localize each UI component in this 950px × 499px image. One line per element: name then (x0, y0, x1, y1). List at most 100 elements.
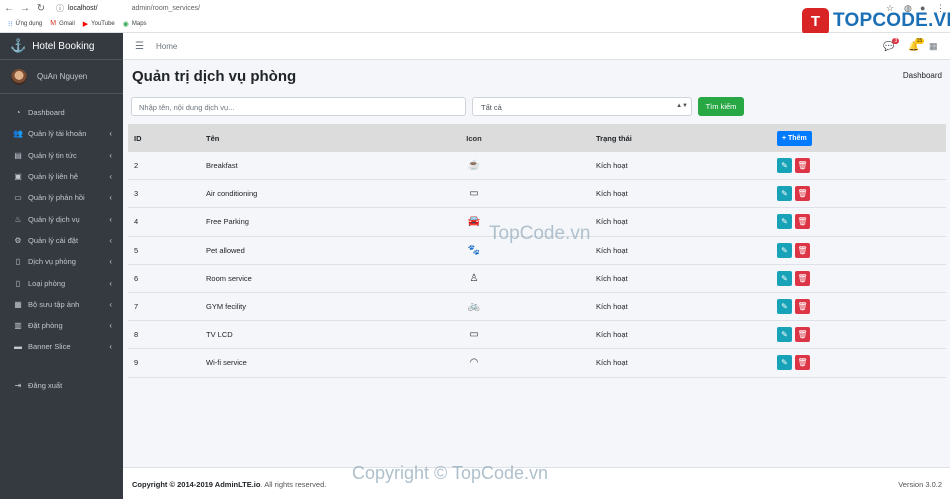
banner-icon: ▬ (14, 342, 22, 352)
tv-icon: ▭ (469, 329, 479, 341)
sidebar-item-room-services[interactable]: ▯ Dịch vụ phòng ‹ (0, 251, 123, 272)
youtube-icon: ▶ (82, 20, 89, 28)
sidebar-item-gallery[interactable]: ▦ Bộ sưu tập ảnh ‹ (0, 294, 123, 315)
services-table: ID Tên Icon Trạng thái + Thêm 2 Breakfas… (128, 124, 946, 378)
chevron-left-icon: ‹ (109, 172, 112, 182)
gallery-icon: ▦ (14, 299, 22, 309)
chevron-left-icon: ‹ (109, 321, 112, 331)
chevron-left-icon: ‹ (109, 129, 112, 139)
col-icon: Icon (466, 133, 482, 143)
chevron-left-icon: ‹ (109, 193, 112, 203)
bookmark-maps[interactable]: ◉ Maps (123, 20, 147, 28)
page-title: Quản trị dịch vụ phòng (132, 68, 297, 85)
forward-icon[interactable]: → (18, 3, 32, 14)
bookmark-apps[interactable]: ⁝⁝ Ứng dụng (8, 20, 42, 28)
user-service-icon: ♙ (469, 272, 479, 284)
back-icon[interactable]: ← (2, 3, 16, 14)
search-button[interactable]: Tìm kiếm (698, 97, 744, 116)
topcode-logo: T TOPCODE.VN (802, 6, 950, 36)
sidebar: ⚓ Hotel Booking QuAn Nguyen ◔ Dashboard 👥… (0, 33, 123, 499)
sidebar-item-bookings[interactable]: ▥ Đặt phòng ‹ (0, 315, 123, 336)
contact-icon: ▣ (14, 172, 22, 182)
chevron-left-icon: ‹ (109, 235, 112, 245)
edit-button[interactable]: ✎ (777, 327, 792, 343)
delete-button[interactable]: 🗑 (795, 299, 810, 315)
messages-icon[interactable]: 💬 3 (883, 38, 900, 52)
topcode-logo-text: TOPCODE.VN (833, 10, 950, 31)
add-button[interactable]: + Thêm (777, 131, 812, 146)
brand-text: Hotel Booking (32, 40, 95, 52)
footer-copyright: Copyright © 2014-2019 AdminLTE.io. All r… (132, 480, 327, 489)
delete-button[interactable]: 🗑 (795, 270, 810, 286)
dashboard-icon: ◔ (15, 108, 21, 118)
sidebar-item-room-types[interactable]: ▯ Loại phòng ‹ (0, 272, 123, 293)
edit-button[interactable]: ✎ (777, 158, 792, 174)
delete-button[interactable]: 🗑 (795, 214, 810, 230)
topcode-logo-mark: T (802, 7, 829, 35)
sidebar-item-contacts[interactable]: ▣ Quản lý liên hệ ‹ (0, 166, 123, 187)
chevron-left-icon: ‹ (109, 150, 112, 160)
edit-button[interactable]: ✎ (777, 242, 792, 258)
delete-button[interactable]: 🗑 (795, 158, 810, 174)
edit-button[interactable]: ✎ (777, 355, 792, 371)
edit-button[interactable]: ✎ (777, 186, 792, 202)
delete-button[interactable]: 🗑 (795, 186, 810, 202)
brand-link[interactable]: ⚓ Hotel Booking (0, 33, 123, 60)
bell-icon[interactable]: 🔔 15 (908, 38, 925, 52)
edit-button[interactable]: ✎ (777, 270, 792, 286)
hamburger-icon[interactable]: ☰ (135, 41, 144, 52)
status-select[interactable]: Tất cả ▲▼ (472, 97, 692, 116)
reload-icon[interactable]: ↻ (34, 3, 48, 14)
chevron-left-icon: ‹ (109, 214, 112, 224)
user-panel[interactable]: QuAn Nguyen (0, 60, 123, 94)
sidebar-item-services[interactable]: ♨ Quản lý dịch vụ ‹ (0, 208, 123, 229)
service-icon: ♨ (14, 214, 22, 224)
user-name: QuAn Nguyen (37, 72, 88, 81)
footer-brand-link[interactable]: AdminLTE.io (215, 480, 261, 489)
logout-icon: ⇥ (14, 380, 22, 390)
address-bar[interactable]: ⓘ localhost/ admin/room_services/ (56, 3, 200, 14)
sidebar-menu: ◔ Dashboard 👥 Quản lý tài khoản ‹ ▤ Quản lý … (0, 94, 123, 396)
coffee-icon: ☕ (467, 160, 481, 172)
news-icon: ▤ (14, 150, 22, 160)
select-caret-icon: ▲▼ (676, 103, 688, 109)
chevron-left-icon: ‹ (109, 299, 112, 309)
sidebar-item-news[interactable]: ▤ Quản lý tin tức ‹ (0, 145, 123, 166)
sidebar-item-accounts[interactable]: 👥 Quản lý tài khoản ‹ (0, 123, 123, 144)
footer-version: Version 3.0.2 (898, 480, 942, 489)
sidebar-item-feedback[interactable]: ▭ Quản lý phản hồi ‹ (0, 187, 123, 208)
room-service-icon: ▯ (15, 257, 21, 267)
table-row: 6 Room service ♙ Kích hoạt ✎ 🗑 (128, 264, 946, 293)
air-conditioner-icon: ▭ (469, 188, 479, 200)
watermark-copyright: Copyright © TopCode.vn (352, 463, 549, 483)
url-path: admin/room_services/ (131, 5, 201, 12)
sidebar-item-dashboard[interactable]: ◔ Dashboard (0, 102, 123, 123)
delete-button[interactable]: 🗑 (795, 242, 810, 258)
sidebar-item-banner[interactable]: ▬ Banner Slice ‹ (0, 336, 123, 357)
edit-button[interactable]: ✎ (777, 214, 792, 230)
delete-button[interactable]: 🗑 (795, 327, 810, 343)
chevron-left-icon: ‹ (109, 342, 112, 352)
wifi-icon: ◠ (469, 357, 479, 369)
info-icon[interactable]: ⓘ (56, 3, 64, 14)
bookmark-gmail[interactable]: M Gmail (50, 20, 75, 27)
room-type-icon: ▯ (15, 278, 21, 288)
grid-icon[interactable]: ▦ (929, 41, 938, 52)
sidebar-item-logout[interactable]: ⇥ Đăng xuất (0, 375, 123, 396)
sidebar-item-settings[interactable]: ⚙ Quản lý cài đặt ‹ (0, 230, 123, 251)
anchor-icon: ⚓ (10, 38, 27, 53)
col-name: Tên (206, 133, 220, 143)
notifications-badge: 15 (914, 38, 925, 44)
table-row: 8 TV LCD ▭ Kích hoạt ✎ 🗑 (128, 321, 946, 350)
breadcrumb[interactable]: Dashboard (903, 71, 942, 80)
messages-badge: 3 (892, 38, 900, 44)
search-input[interactable]: Nhập tên, nội dung dịch vụ... (131, 97, 466, 116)
edit-button[interactable]: ✎ (777, 299, 792, 315)
delete-button[interactable]: 🗑 (795, 355, 810, 371)
bookmark-youtube[interactable]: ▶ YouTube (83, 20, 115, 28)
chevron-left-icon: ‹ (109, 257, 112, 267)
booking-icon: ▥ (14, 321, 22, 331)
nav-home-link[interactable]: Home (156, 42, 177, 51)
bookmarks-bar: ⁝⁝ Ứng dụng M Gmail ▶ YouTube ◉ Maps (0, 17, 147, 30)
table-row: 3 Air conditioning ▭ Kích hoạt ✎ 🗑 (128, 180, 946, 209)
